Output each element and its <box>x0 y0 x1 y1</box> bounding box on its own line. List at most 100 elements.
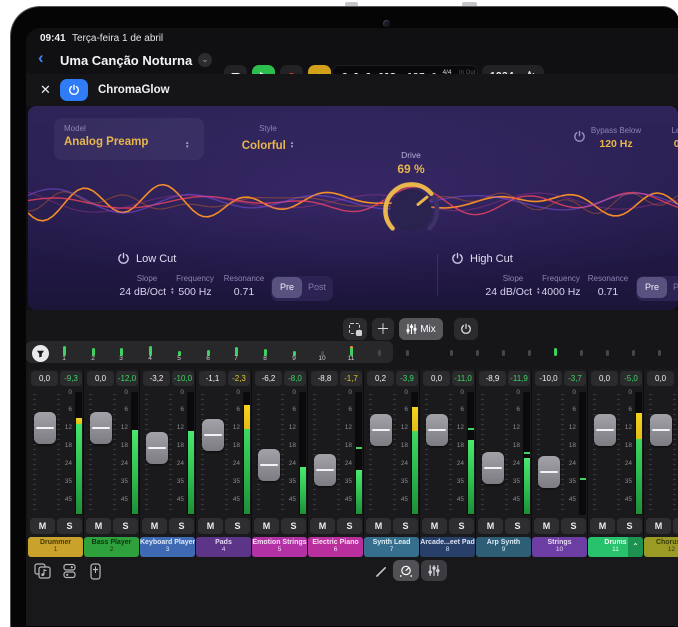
fader-handle[interactable] <box>146 432 168 464</box>
drive-control[interactable]: Drive 69 % <box>371 150 451 242</box>
mute-button[interactable]: M <box>422 518 447 534</box>
bypass-below-control[interactable]: Bypass Below 120 Hz <box>588 126 644 150</box>
solo-button[interactable]: S <box>113 518 138 534</box>
solo-button[interactable]: S <box>281 518 306 534</box>
add-track-button[interactable]: ＋ <box>372 318 394 340</box>
fader-value[interactable]: -8,8 <box>311 371 338 386</box>
fader-value[interactable]: 0,0 <box>591 371 618 386</box>
low-cut-resonance[interactable]: Resonance 0.71 <box>220 274 268 298</box>
mix-button[interactable]: Mix <box>399 318 443 340</box>
fader-handle[interactable] <box>258 449 280 481</box>
controls-view-button[interactable] <box>393 560 419 581</box>
mute-button[interactable]: M <box>646 518 671 534</box>
solo-button[interactable]: S <box>505 518 530 534</box>
fader-value[interactable]: -3,2 <box>143 371 170 386</box>
fader-handle[interactable] <box>370 414 392 446</box>
meter-scale-label: 6 <box>561 406 576 413</box>
mute-button[interactable]: M <box>366 518 391 534</box>
mute-button[interactable]: M <box>534 518 559 534</box>
fader-value[interactable]: -6,2 <box>255 371 282 386</box>
track-tile[interactable]: Emotion Strings5 <box>252 537 307 557</box>
channel-strip-icon[interactable] <box>90 563 101 580</box>
high-cut-resonance[interactable]: Resonance 0.71 <box>584 274 632 298</box>
filter-icon[interactable] <box>32 345 49 362</box>
solo-button[interactable]: S <box>57 518 82 534</box>
model-selector[interactable]: Model Analog Preamp ▲▼ <box>54 118 204 160</box>
level-control[interactable]: Level 0.0 <box>656 126 678 150</box>
mute-button[interactable]: M <box>198 518 223 534</box>
pre-button[interactable]: Pre <box>637 277 667 298</box>
mute-button[interactable]: M <box>254 518 279 534</box>
fader-handle[interactable] <box>594 414 616 446</box>
track-tile[interactable]: Chorus V12 <box>644 537 678 557</box>
fader-handle[interactable] <box>314 454 336 486</box>
fader-value[interactable]: 0,2 <box>367 371 394 386</box>
drive-knob[interactable] <box>379 178 443 242</box>
track-tile[interactable]: Bass Player2 <box>84 537 139 557</box>
pre-button[interactable]: Pre <box>272 277 302 298</box>
fader-value[interactable]: -8,9 <box>479 371 506 386</box>
marquee-select-button[interactable] <box>343 318 367 340</box>
close-icon[interactable]: ✕ <box>40 82 51 98</box>
pencil-icon[interactable] <box>375 565 388 578</box>
expand-chevron-icon[interactable]: ⌃ <box>628 537 643 557</box>
mute-button[interactable]: M <box>310 518 335 534</box>
solo-button[interactable]: S <box>337 518 362 534</box>
track-tile[interactable]: Pads4 <box>196 537 251 557</box>
track-tile[interactable]: Electric Piano6 <box>308 537 363 557</box>
mixer-view-button[interactable] <box>421 560 447 581</box>
mute-button[interactable]: M <box>30 518 55 534</box>
fader-value[interactable]: 0,0 <box>31 371 58 386</box>
plugin-power-button[interactable] <box>60 79 88 101</box>
high-cut-slope[interactable]: Slope 24 dB/Oct▲▼ <box>483 274 543 298</box>
fader-value[interactable]: -1,1 <box>199 371 226 386</box>
high-cut-power-icon[interactable] <box>451 252 464 265</box>
low-cut-frequency[interactable]: Frequency 500 Hz <box>170 274 220 298</box>
fader-value[interactable]: 0,0 <box>423 371 450 386</box>
mute-button[interactable]: M <box>478 518 503 534</box>
back-chevron-icon[interactable]: ‹ <box>38 48 44 68</box>
fader-handle[interactable] <box>34 412 56 444</box>
post-button[interactable]: Post <box>302 277 332 298</box>
plugins-browser-icon[interactable] <box>62 563 77 579</box>
solo-button[interactable]: S <box>673 518 678 534</box>
fader-handle[interactable] <box>90 412 112 444</box>
fader-value[interactable]: -10,0 <box>535 371 562 386</box>
project-title[interactable]: Uma Canção Noturna <box>60 53 192 68</box>
mute-button[interactable]: M <box>590 518 615 534</box>
solo-button[interactable]: S <box>561 518 586 534</box>
track-overview[interactable]: 1234567891011 <box>26 341 678 369</box>
solo-button[interactable]: S <box>449 518 474 534</box>
track-tile[interactable]: Synth Lead7 <box>364 537 419 557</box>
style-selector[interactable]: Style Colorful▲▼ <box>213 118 323 154</box>
meter-peak-value: -2,3 <box>228 371 250 386</box>
bypass-power-icon[interactable] <box>573 130 586 143</box>
fader-handle[interactable] <box>482 452 504 484</box>
solo-button[interactable]: S <box>393 518 418 534</box>
title-chevron-down-icon[interactable]: ⌄ <box>198 53 212 67</box>
fader-handle[interactable] <box>202 419 224 451</box>
fader-handle[interactable] <box>650 414 672 446</box>
track-tile[interactable]: Arp Synth9 <box>476 537 531 557</box>
high-cut-frequency[interactable]: Frequency 4000 Hz <box>536 274 586 298</box>
mute-button[interactable]: M <box>142 518 167 534</box>
mixer-power-button[interactable] <box>454 318 478 340</box>
solo-button[interactable]: S <box>169 518 194 534</box>
fader-value[interactable]: 0,0 <box>87 371 114 386</box>
loop-browser-icon[interactable] <box>34 563 51 579</box>
fader-handle[interactable] <box>538 456 560 488</box>
track-tile[interactable]: Strings10 <box>532 537 587 557</box>
low-cut-power-icon[interactable] <box>117 252 130 265</box>
fader-value[interactable]: 0,0 <box>647 371 674 386</box>
post-button[interactable]: Post <box>667 277 678 298</box>
solo-button[interactable]: S <box>225 518 250 534</box>
low-cut-slope[interactable]: Slope 24 dB/Oct▲▼ <box>117 274 177 298</box>
track-tile[interactable]: Arcade...eet Pad8 <box>420 537 475 557</box>
track-tile[interactable]: Drums11⌃ <box>588 537 643 557</box>
mute-button[interactable]: M <box>86 518 111 534</box>
track-tile[interactable]: Drummer1 <box>28 537 83 557</box>
fader-handle[interactable] <box>426 414 448 446</box>
meter-peak-value: -11,0 <box>452 371 474 386</box>
solo-button[interactable]: S <box>617 518 642 534</box>
track-tile[interactable]: Keyboard Player3 <box>140 537 195 557</box>
